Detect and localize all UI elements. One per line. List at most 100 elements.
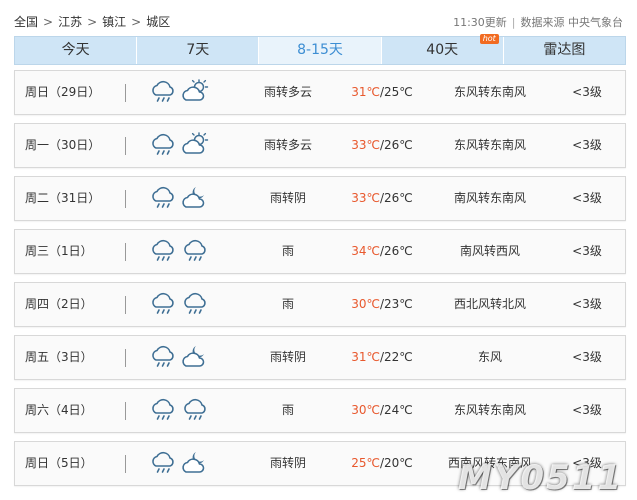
temperature: 31℃/25℃ <box>345 71 419 114</box>
partly-cloudy-icon <box>181 132 209 158</box>
temp-high: 25℃ <box>351 456 380 470</box>
rain-icon <box>149 185 177 211</box>
weather-desc: 雨转多云 <box>263 138 312 152</box>
temp-low: /25℃ <box>379 85 413 99</box>
temp-low: /22℃ <box>379 350 413 364</box>
wind-direction: 南风转东南风 <box>453 191 526 205</box>
temp-high: 34℃ <box>351 244 380 258</box>
temp-low: /23℃ <box>379 297 413 311</box>
breadcrumb: 全国 > 江苏 > 镇江 > 城区 <box>14 13 170 30</box>
overcast-icon <box>181 450 209 476</box>
wind-direction: 东风转东南风 <box>453 85 526 99</box>
wind-level: <3级 <box>572 191 602 205</box>
weather-desc: 雨转阴 <box>269 191 306 205</box>
temperature: 33℃/26℃ <box>345 124 419 167</box>
breadcrumb-separator: > <box>43 15 54 29</box>
weather-icons <box>149 291 209 317</box>
overcast-icon <box>181 344 209 370</box>
rain-icon <box>181 291 209 317</box>
rain-icon <box>149 132 177 158</box>
watermark-logo: MY0511 <box>457 458 623 498</box>
forecast-day: 周日（29日） <box>25 85 101 99</box>
breadcrumb-item-province[interactable]: 江苏 <box>58 15 82 29</box>
partly-cloudy-icon <box>181 79 209 105</box>
rain-icon <box>149 397 177 423</box>
temp-high: 30℃ <box>351 297 380 311</box>
hot-badge: hot <box>479 34 499 44</box>
row-divider <box>125 296 126 314</box>
update-time: 11:30更新 <box>453 16 507 29</box>
forecast-day: 周六（4日） <box>25 403 93 417</box>
temp-low: /24℃ <box>379 403 413 417</box>
forecast-day: 周日（5日） <box>25 456 93 470</box>
update-meta: 11:30更新 | 数据来源 中央气象台 <box>453 14 623 30</box>
top-bar: 全国 > 江苏 > 镇江 > 城区 11:30更新 | 数据来源 中央气象台 <box>0 0 637 36</box>
weather-desc: 雨转阴 <box>269 456 306 470</box>
tab-label: 7天 <box>186 42 210 58</box>
forecast-tabs: 今天 7天 8-15天 40天 hot 雷达图 <box>14 34 626 65</box>
tab-8-15-days[interactable]: 8-15天 <box>259 37 382 64</box>
row-divider <box>125 84 126 102</box>
row-divider <box>125 402 126 420</box>
tab-label: 今天 <box>61 42 90 58</box>
tab-40-days[interactable]: 40天 hot <box>381 34 504 64</box>
row-divider <box>125 349 126 367</box>
tab-today[interactable]: 今天 <box>15 37 138 64</box>
weather-desc: 雨 <box>281 403 294 417</box>
weather-icons <box>149 238 209 264</box>
rain-icon <box>149 450 177 476</box>
tab-radar[interactable]: 雷达图 <box>503 37 626 64</box>
weather-desc: 雨 <box>281 244 294 258</box>
temp-low: /20℃ <box>379 456 413 470</box>
temperature: 30℃/24℃ <box>345 389 419 432</box>
wind-direction: 东风转东南风 <box>453 138 526 152</box>
breadcrumb-item-country[interactable]: 全国 <box>14 15 38 29</box>
rain-icon <box>181 397 209 423</box>
weather-desc: 雨转阴 <box>269 350 306 364</box>
row-divider <box>125 243 126 261</box>
wind-level: <3级 <box>572 403 602 417</box>
forecast-list: 周日（29日） 雨转多云 31℃/25℃ 东风转东南风 <3级 周一（30日） 雨转多云 33… <box>14 70 626 494</box>
row-divider <box>125 137 126 155</box>
forecast-day: 周一（30日） <box>25 138 101 152</box>
weather-icons <box>149 344 209 370</box>
rain-icon <box>181 238 209 264</box>
rain-icon <box>149 238 177 264</box>
temp-high: 33℃ <box>351 138 380 152</box>
rain-icon <box>149 291 177 317</box>
forecast-row: 周六（4日） 雨 30℃/24℃ 东风转东南风 <3级 <box>14 388 626 433</box>
breadcrumb-item-city[interactable]: 镇江 <box>102 15 126 29</box>
tab-label: 8-15天 <box>297 42 343 58</box>
overcast-icon <box>181 185 209 211</box>
wind-direction: 东风转东南风 <box>453 403 526 417</box>
temperature: 34℃/26℃ <box>345 230 419 273</box>
temp-low: /26℃ <box>379 244 413 258</box>
temp-high: 33℃ <box>351 191 380 205</box>
temperature: 33℃/26℃ <box>345 177 419 220</box>
weather-icons <box>149 397 209 423</box>
weather-icons <box>149 185 209 211</box>
row-divider <box>125 190 126 208</box>
temp-high: 31℃ <box>351 350 380 364</box>
forecast-row: 周日（29日） 雨转多云 31℃/25℃ 东风转东南风 <3级 <box>14 70 626 115</box>
wind-level: <3级 <box>572 297 602 311</box>
breadcrumb-item-district: 城区 <box>146 15 171 29</box>
weather-desc: 雨转多云 <box>263 85 312 99</box>
data-source: 数据来源 中央气象台 <box>520 16 624 29</box>
rain-icon <box>149 79 177 105</box>
wind-direction: 东风 <box>477 350 502 364</box>
tab-7-days[interactable]: 7天 <box>137 37 260 64</box>
wind-level: <3级 <box>572 85 602 99</box>
breadcrumb-separator: > <box>131 15 142 29</box>
temperature: 31℃/22℃ <box>345 336 419 379</box>
forecast-day: 周四（2日） <box>25 297 93 311</box>
meta-divider: | <box>511 16 516 29</box>
forecast-row: 周一（30日） 雨转多云 33℃/26℃ 东风转东南风 <3级 <box>14 123 626 168</box>
row-divider <box>125 455 126 473</box>
wind-direction: 西北风转北风 <box>453 297 526 311</box>
wind-level: <3级 <box>572 138 602 152</box>
weather-icons <box>149 79 209 105</box>
temp-high: 31℃ <box>351 85 380 99</box>
weather-desc: 雨 <box>281 297 294 311</box>
wind-level: <3级 <box>572 350 602 364</box>
